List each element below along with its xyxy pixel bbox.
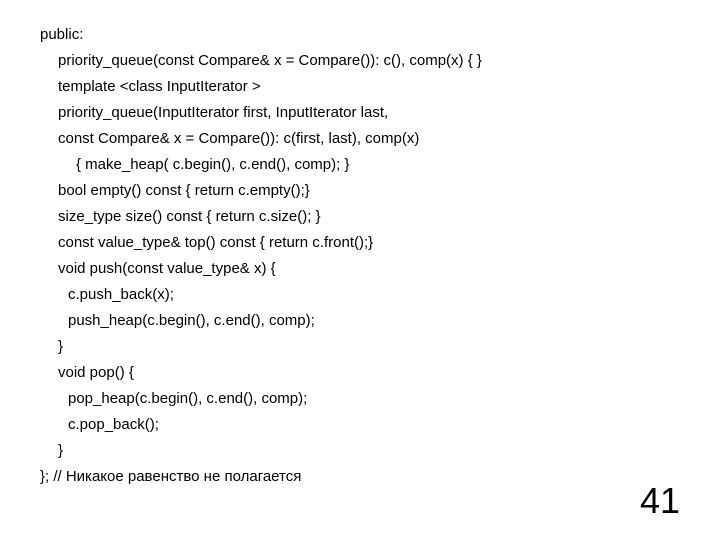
code-line: } — [58, 334, 680, 360]
code-line: template <class InputIterator > — [58, 74, 680, 100]
code-line: const Compare& x = Compare()): c(first, … — [58, 126, 680, 152]
code-line: public: — [40, 22, 680, 48]
code-line: } — [58, 438, 680, 464]
code-line: priority_queue(InputIterator first, Inpu… — [58, 100, 680, 126]
code-line: pop_heap(c.begin(), c.end(), comp); — [68, 386, 680, 412]
code-line: bool empty() const { return c.empty();} — [58, 178, 680, 204]
code-line: const value_type& top() const { return c… — [58, 230, 680, 256]
slide: public: priority_queue(const Compare& x … — [0, 0, 720, 540]
code-line: void pop() { — [58, 360, 680, 386]
code-line: void push(const value_type& x) { — [58, 256, 680, 282]
code-block: public: priority_queue(const Compare& x … — [40, 22, 680, 490]
code-line: { make_heap( c.begin(), c.end(), comp); … — [76, 152, 680, 178]
code-line: c.pop_back(); — [68, 412, 680, 438]
code-line: push_heap(c.begin(), c.end(), comp); — [68, 308, 680, 334]
code-line: priority_queue(const Compare& x = Compar… — [58, 48, 680, 74]
page-number: 41 — [640, 480, 680, 522]
code-line: size_type size() const { return c.size()… — [58, 204, 680, 230]
code-line: c.push_back(x); — [68, 282, 680, 308]
code-line: }; // Никакое равенство не полагается — [40, 464, 680, 490]
